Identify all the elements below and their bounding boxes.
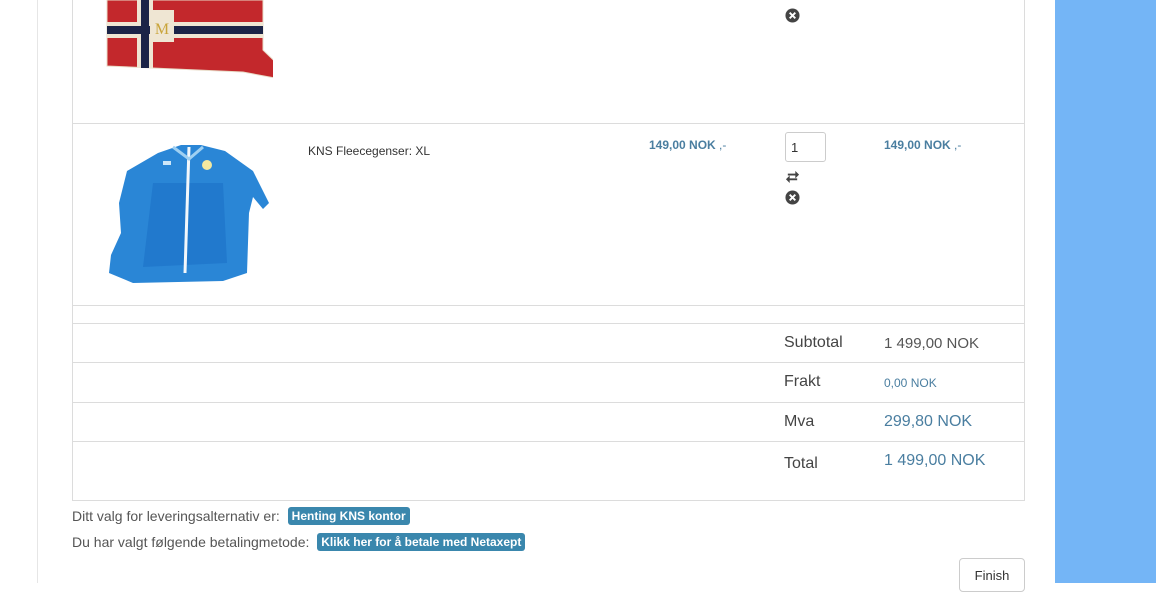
quantity-input[interactable] [785, 132, 826, 162]
vat-value: 299,80 NOK [884, 413, 973, 430]
subtotal-label: Subtotal [784, 334, 843, 351]
total-value: 1 499,00 NOK [884, 452, 986, 469]
product-image-flag[interactable]: M [103, 0, 273, 85]
svg-text:M: M [155, 21, 169, 38]
subtotal-value: 1 499,00 NOK [884, 335, 980, 352]
finish-button[interactable]: Finish [959, 558, 1025, 592]
unit-price-value: 149,00 NOK [649, 138, 716, 152]
payment-link-badge[interactable]: Klikk her for å betale med Netaxept [317, 533, 526, 551]
update-quantity-icon[interactable] [785, 168, 800, 183]
payment-info: Du har valgt følgende betalingmetode: Kl… [72, 533, 526, 551]
row-divider [73, 402, 1024, 403]
total-label: Total [784, 455, 818, 472]
delivery-label: Ditt valg for leveringsalternativ er: [72, 508, 280, 524]
product-name[interactable]: KNS Fleecegenser: XL [308, 144, 430, 158]
row-divider [73, 323, 1024, 324]
shipping-label: Frakt [784, 373, 821, 390]
row-divider [73, 441, 1024, 442]
remove-item-icon[interactable] [785, 8, 800, 23]
remove-item-icon[interactable] [785, 190, 800, 205]
delivery-choice-badge: Henting KNS kontor [287, 507, 410, 525]
row-divider [73, 362, 1024, 363]
row-divider [73, 305, 1024, 306]
line-total-value: 149,00 NOK [884, 138, 951, 152]
cart-table: M KNS Fleecegenser: XL 149,00 NOK ,- 1 1… [72, 0, 1025, 501]
shipping-value: 0,00 NOK [884, 376, 937, 390]
page-left-border [37, 0, 38, 583]
delivery-info: Ditt valg for leveringsalternativ er: He… [72, 507, 410, 525]
right-side-panel [1055, 0, 1156, 583]
row-divider [73, 123, 1024, 124]
vat-label: Mva [784, 413, 815, 430]
product-image-fleece-jacket[interactable] [103, 143, 273, 285]
unit-price-suffix: ,- [719, 138, 727, 152]
line-total-suffix: ,- [954, 138, 962, 152]
unit-price: 149,00 NOK ,- [649, 138, 726, 152]
payment-label: Du har valgt følgende betalingmetode: [72, 534, 310, 550]
line-total: 149,00 NOK ,- [884, 138, 961, 152]
